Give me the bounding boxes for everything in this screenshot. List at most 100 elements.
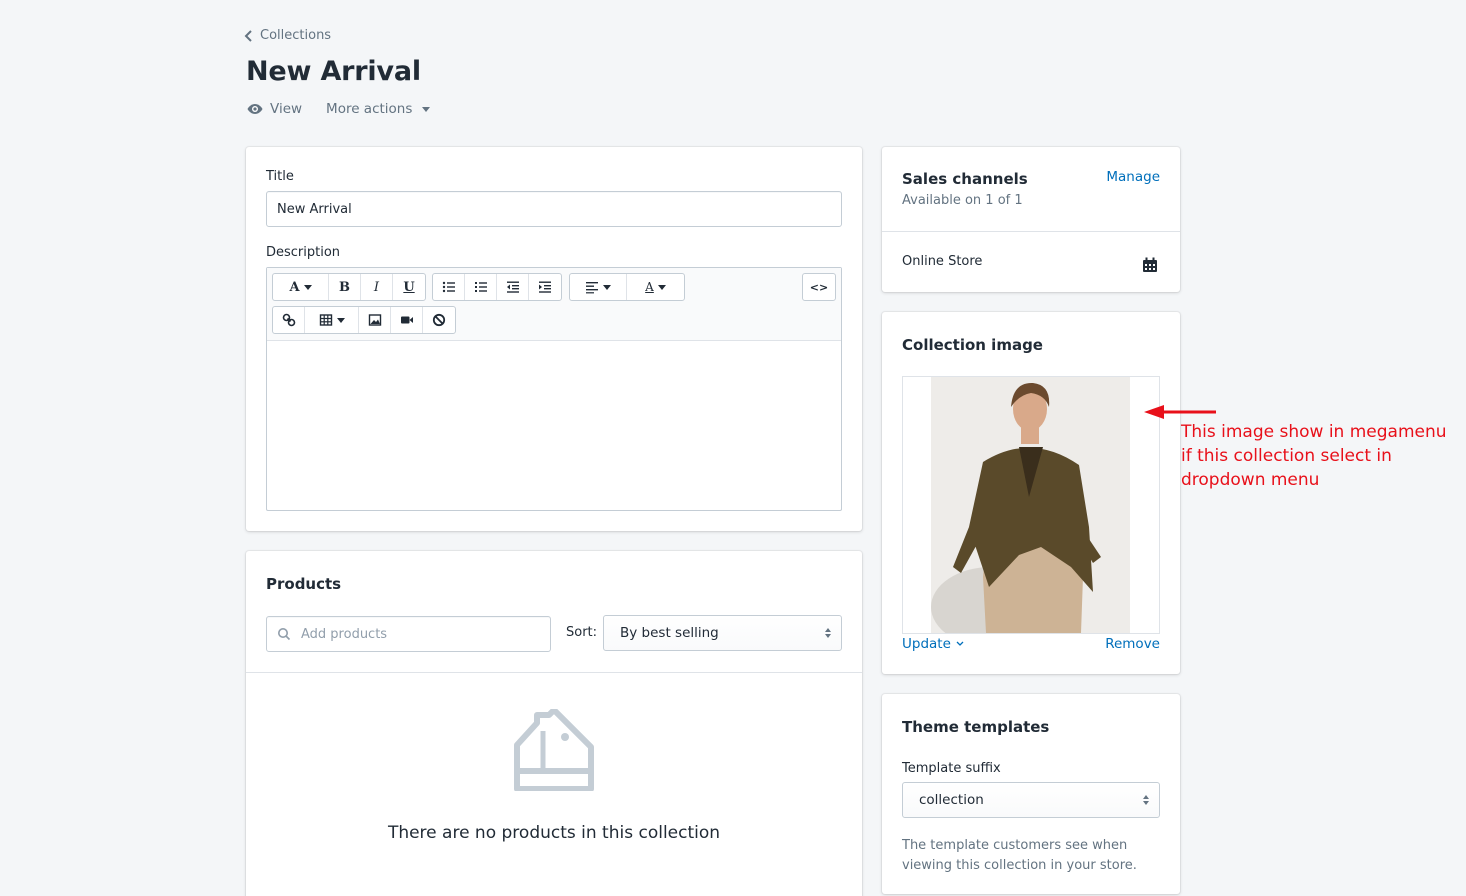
breadcrumb[interactable]: Collections (244, 28, 331, 43)
breadcrumb-label: Collections (260, 28, 332, 43)
caret-down-icon (336, 317, 345, 323)
update-image-link[interactable]: Update (902, 636, 964, 652)
view-button[interactable]: View (246, 101, 302, 117)
toolbar-group-align: A (569, 273, 685, 301)
annotation-line-2: if this collection select in (1181, 446, 1392, 466)
manage-channels-link[interactable]: Manage (1106, 169, 1160, 185)
outdent-button[interactable] (497, 274, 529, 300)
link-icon (282, 313, 295, 327)
insert-table-button[interactable] (305, 307, 359, 333)
collection-image-heading: Collection image (902, 336, 1043, 354)
editor-content-area[interactable] (267, 341, 841, 510)
image-icon (368, 314, 381, 326)
sort-select[interactable]: By best selling (603, 615, 842, 651)
eye-icon (247, 104, 263, 114)
more-actions-label: More actions (326, 101, 413, 117)
template-suffix-label: Template suffix (902, 761, 1001, 776)
code-label: <> (809, 280, 829, 294)
theme-templates-card: Theme templates Template suffix collecti… (882, 694, 1180, 894)
calendar-icon[interactable] (1142, 257, 1158, 273)
template-suffix-value: collection (919, 792, 984, 808)
details-card: Title New Arrival Description A B I U A … (246, 147, 862, 531)
template-help-text: The template customers see when viewing … (902, 836, 1137, 876)
remove-image-link[interactable]: Remove (1105, 636, 1160, 652)
sort-select-value: By best selling (620, 625, 719, 641)
title-label: Title (266, 169, 294, 184)
online-store-channel: Online Store (902, 254, 983, 269)
toolbar-group-code: <> (802, 273, 836, 301)
toolbar-group-text: A B I U (272, 273, 426, 301)
numbered-list-button[interactable] (465, 274, 497, 300)
sales-channels-availability: Available on 1 of 1 (902, 193, 1023, 208)
insert-video-button[interactable] (391, 307, 423, 333)
text-color-button[interactable]: A (627, 274, 684, 300)
caret-down-icon (657, 284, 666, 290)
bullet-list-button[interactable] (433, 274, 465, 300)
italic-button[interactable]: I (361, 274, 393, 300)
collection-image-card: Collection image Update Remove (882, 312, 1180, 674)
bullet-list-icon (442, 281, 455, 293)
indent-icon (539, 281, 551, 293)
chevron-down-icon (956, 641, 964, 646)
add-products-placeholder: Add products (301, 626, 388, 642)
insert-link-button[interactable] (273, 307, 305, 333)
insert-image-button[interactable] (359, 307, 391, 333)
numbered-list-icon (474, 282, 487, 292)
editor-toolbar: A B I U A <> (267, 268, 841, 341)
underline-button[interactable]: U (393, 274, 425, 300)
font-size-button[interactable]: A (273, 274, 329, 300)
annotation-note: This image show in megamenu if this coll… (1181, 420, 1461, 492)
update-image-label: Update (902, 636, 951, 652)
theme-templates-heading: Theme templates (902, 718, 1050, 736)
align-left-icon (586, 282, 598, 294)
annotation-line-3: dropdown menu (1181, 470, 1320, 490)
add-products-search-input[interactable]: Add products (266, 616, 551, 652)
table-icon (319, 314, 332, 326)
bold-label: B (339, 279, 350, 295)
template-help-line-1: The template customers see when (902, 838, 1128, 853)
products-heading: Products (266, 575, 342, 593)
video-icon (400, 316, 413, 324)
underline-label: U (403, 279, 415, 295)
html-code-button[interactable]: <> (803, 274, 835, 300)
sales-channels-card: Sales channels Manage Available on 1 of … (882, 147, 1180, 292)
indent-button[interactable] (529, 274, 561, 300)
italic-label: I (373, 279, 380, 295)
products-card: Products Add products Sort: By best sell… (246, 551, 862, 896)
caret-down-icon (303, 284, 312, 290)
products-divider (246, 672, 862, 673)
sales-channels-heading: Sales channels (902, 170, 1028, 188)
sales-channels-divider (882, 231, 1180, 232)
sort-label: Sort: (566, 625, 598, 640)
annotation-line-1: This image show in megamenu (1181, 422, 1447, 442)
title-input[interactable]: New Arrival (266, 191, 842, 227)
search-icon (278, 628, 291, 641)
chevron-left-icon (244, 29, 252, 42)
template-help-line-2: viewing this collection in your store. (902, 858, 1137, 873)
title-input-value: New Arrival (277, 201, 352, 217)
select-arrows-icon (825, 628, 831, 638)
more-actions-button[interactable]: More actions (326, 101, 431, 117)
header-actions: View More actions (246, 101, 431, 117)
clear-formatting-button[interactable] (423, 307, 455, 333)
page-title: New Arrival (246, 56, 421, 87)
select-arrows-icon (1143, 795, 1149, 805)
template-suffix-select[interactable]: collection (902, 782, 1160, 818)
font-letter: A (289, 279, 300, 295)
text-color-letter: A (645, 280, 654, 294)
description-editor: A B I U A <> (266, 267, 842, 511)
toolbar-group-insert (272, 306, 456, 334)
view-label: View (270, 101, 303, 117)
description-label: Description (266, 245, 341, 260)
outdent-icon (506, 281, 519, 293)
annotation-arrow-icon (1144, 405, 1216, 419)
empty-products-message: There are no products in this collection (387, 823, 721, 843)
collection-photo-woman-in-jacket (931, 377, 1130, 633)
clear-formatting-icon (432, 313, 446, 327)
collection-image-frame (902, 376, 1160, 634)
caret-down-icon (422, 106, 431, 112)
align-button[interactable] (570, 274, 627, 300)
empty-products-tag-icon (514, 709, 594, 791)
bold-button[interactable]: B (329, 274, 361, 300)
toolbar-group-lists (432, 273, 562, 301)
